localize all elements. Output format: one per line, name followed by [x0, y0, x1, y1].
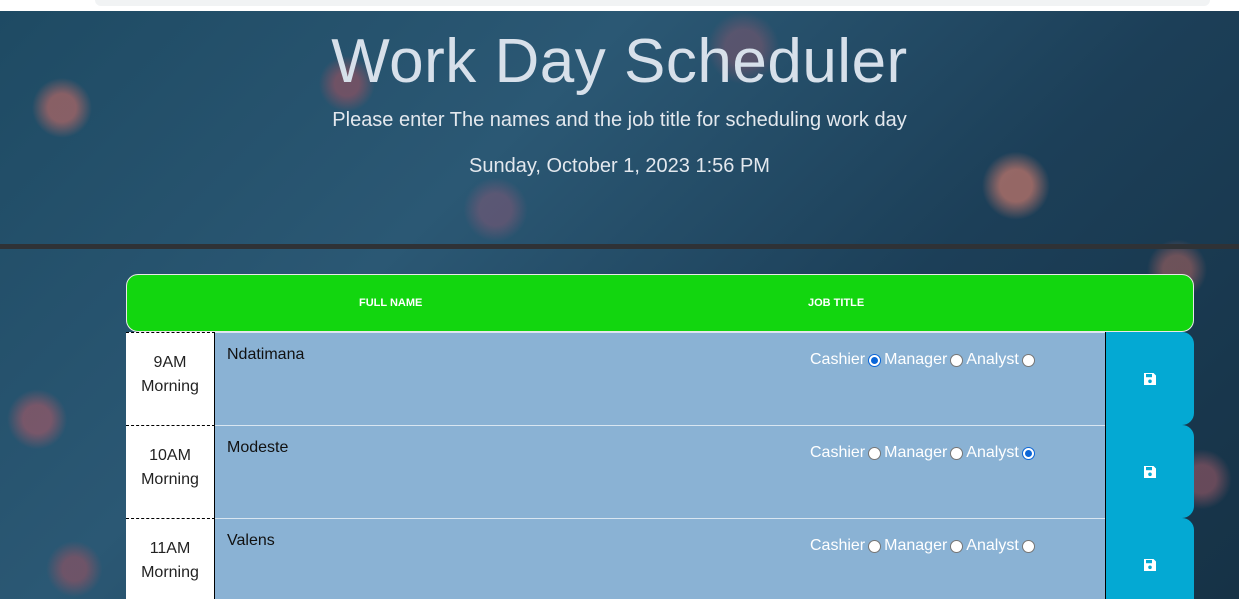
description-area[interactable]: Valens Cashier Manager Analyst	[215, 518, 1105, 599]
job-title-radio-group: Cashier Manager Analyst	[810, 444, 1038, 462]
hour-label: 10AM	[149, 447, 191, 464]
radio-option-analyst[interactable]: Analyst	[966, 444, 1035, 462]
radio-option-cashier[interactable]: Cashier	[810, 537, 882, 555]
browser-top-bar	[0, 0, 1239, 11]
radio-button-analyst[interactable]	[1021, 539, 1035, 553]
full-name-text[interactable]: Ndatimana	[227, 346, 304, 364]
radio-button-manager[interactable]	[950, 539, 964, 553]
hour-block: 9AM Morning	[126, 332, 215, 425]
radio-label: Cashier	[810, 444, 866, 461]
radio-label: Manager	[884, 351, 948, 368]
radio-option-manager[interactable]: Manager	[884, 351, 964, 369]
description-area[interactable]: Modeste Cashier Manager Analyst	[215, 425, 1105, 518]
save-button[interactable]	[1105, 425, 1194, 518]
floppy-disk-icon	[1144, 372, 1156, 385]
full-name-text[interactable]: Valens	[227, 532, 275, 550]
radio-button-cashier[interactable]	[868, 446, 882, 460]
hour-label: 9AM	[153, 354, 187, 371]
radio-label: Analyst	[966, 351, 1019, 368]
table-header-bar: FULL NAME JOB TITLE	[126, 274, 1194, 332]
radio-label: Analyst	[966, 537, 1019, 554]
radio-option-manager[interactable]: Manager	[884, 537, 964, 555]
radio-label: Manager	[884, 444, 948, 461]
floppy-disk-icon	[1144, 465, 1156, 478]
hour-block: 11AM Morning	[126, 518, 215, 599]
radio-label: Manager	[884, 537, 948, 554]
job-title-radio-group: Cashier Manager Analyst	[810, 351, 1038, 369]
schedule-row: 10AM Morning Modeste Cashier Manager Ana…	[126, 425, 1194, 518]
period-label: Morning	[141, 564, 199, 581]
radio-button-cashier[interactable]	[868, 539, 882, 553]
floppy-disk-icon	[1144, 558, 1156, 571]
page-title: Work Day Scheduler	[331, 27, 908, 96]
radio-option-manager[interactable]: Manager	[884, 444, 964, 462]
full-name-text[interactable]: Modeste	[227, 439, 288, 457]
full-name-column-header: FULL NAME	[359, 297, 423, 309]
hour-label: 11AM	[149, 540, 191, 557]
radio-label: Cashier	[810, 351, 866, 368]
radio-label: Analyst	[966, 444, 1019, 461]
radio-option-cashier[interactable]: Cashier	[810, 444, 882, 462]
save-button[interactable]	[1105, 518, 1194, 599]
radio-button-cashier[interactable]	[868, 353, 882, 367]
job-title-radio-group: Cashier Manager Analyst	[810, 537, 1038, 555]
radio-button-analyst[interactable]	[1021, 353, 1035, 367]
save-button[interactable]	[1105, 332, 1194, 425]
job-title-column-header: JOB TITLE	[808, 297, 865, 309]
period-label: Morning	[141, 378, 199, 395]
radio-option-analyst[interactable]: Analyst	[966, 351, 1035, 369]
header-divider	[0, 244, 1239, 249]
radio-button-manager[interactable]	[950, 446, 964, 460]
hour-block: 10AM Morning	[126, 425, 215, 518]
description-area[interactable]: Ndatimana Cashier Manager Analyst	[215, 332, 1105, 425]
radio-option-cashier[interactable]: Cashier	[810, 351, 882, 369]
radio-option-analyst[interactable]: Analyst	[966, 537, 1035, 555]
radio-button-analyst[interactable]	[1021, 446, 1035, 460]
page-subtitle: Please enter The names and the job title…	[332, 109, 907, 131]
radio-button-manager[interactable]	[950, 353, 964, 367]
period-label: Morning	[141, 471, 199, 488]
browser-address-strip	[95, 0, 1210, 6]
current-datetime: Sunday, October 1, 2023 1:56 PM	[469, 155, 770, 177]
schedule-row: 9AM Morning Ndatimana Cashier Manager An…	[126, 332, 1194, 425]
schedule-row: 11AM Morning Valens Cashier Manager Anal…	[126, 518, 1194, 599]
radio-label: Cashier	[810, 537, 866, 554]
